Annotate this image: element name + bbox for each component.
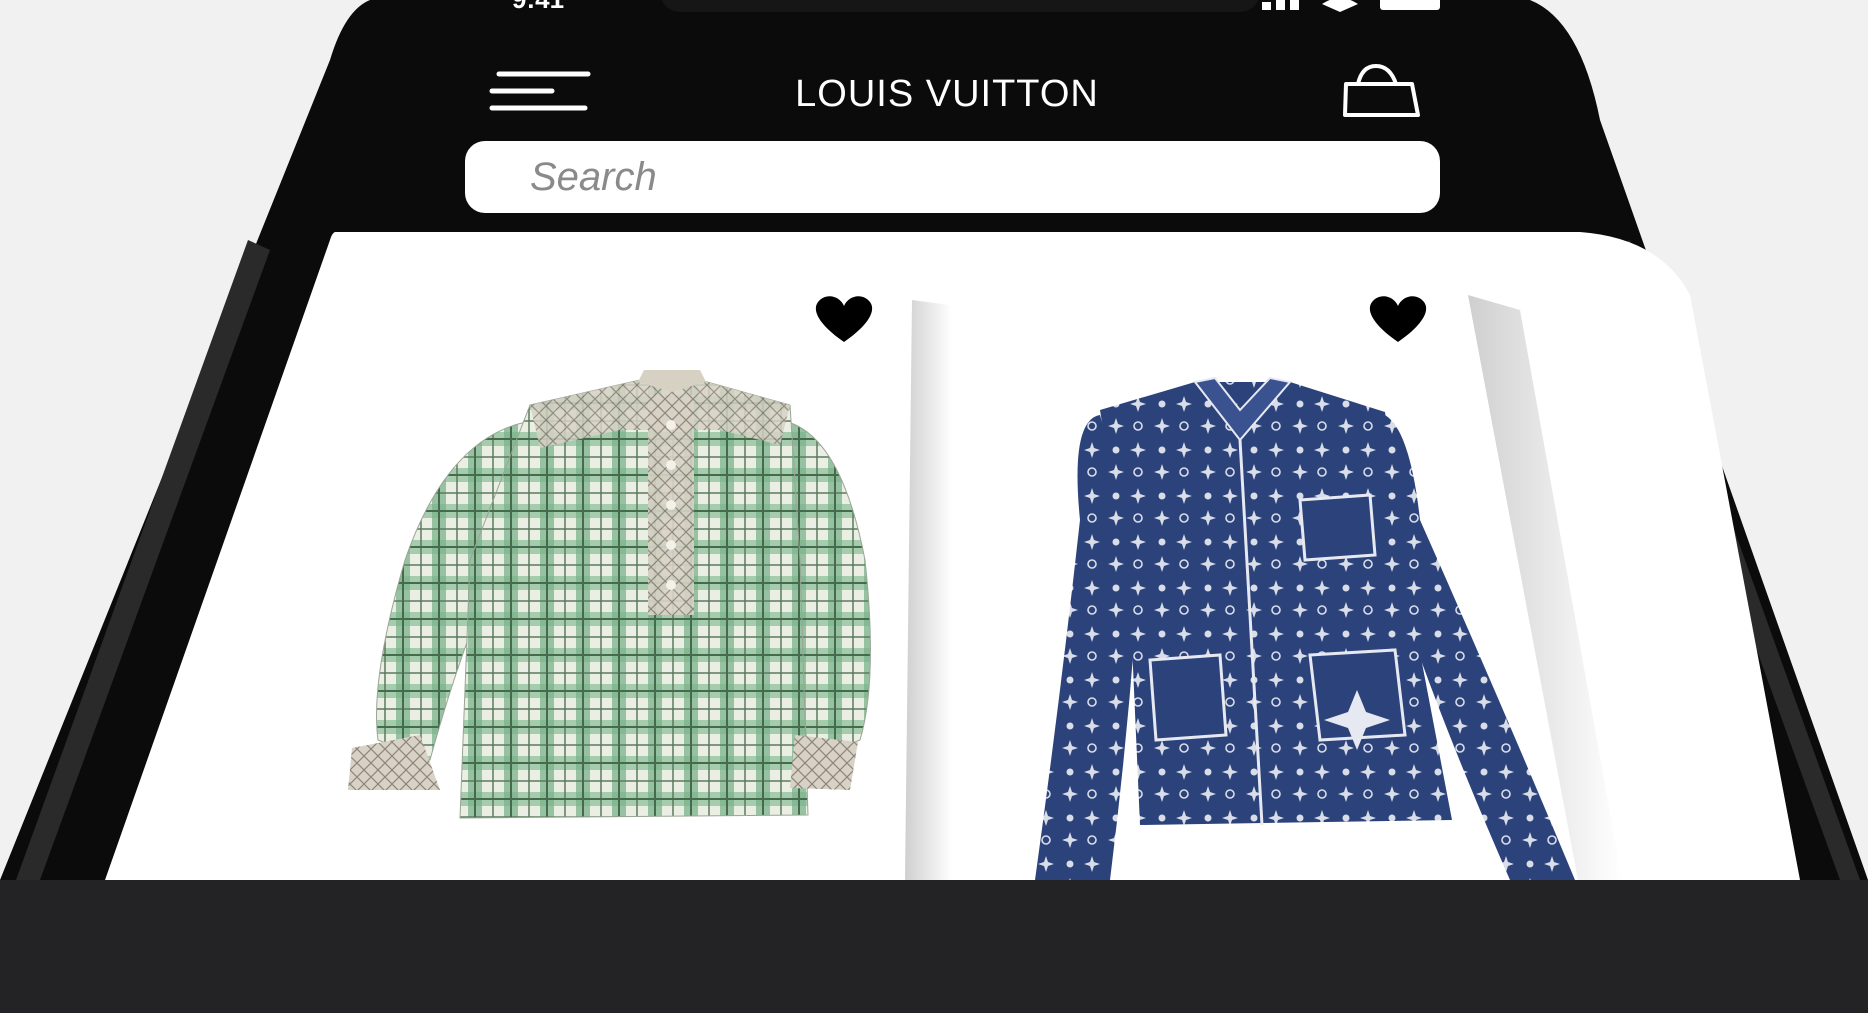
app-screen: 9:41 LOUIS VUITTON Search — [0, 0, 1868, 1013]
search-field[interactable]: Search — [465, 141, 1440, 213]
brand-title: LOUIS VUITTON — [795, 73, 1099, 115]
bottom-overlay-bar — [0, 880, 1868, 1013]
battery-icon — [1380, 0, 1440, 10]
status-time: 9:41 — [512, 0, 564, 14]
search-input[interactable]: Search — [530, 155, 657, 199]
phone-notch — [661, 0, 1259, 12]
signal-icon — [1262, 2, 1271, 10]
phone-mockup: 9:41 LOUIS VUITTON Search — [0, 0, 1868, 880]
card-divider-shadow — [905, 300, 952, 880]
